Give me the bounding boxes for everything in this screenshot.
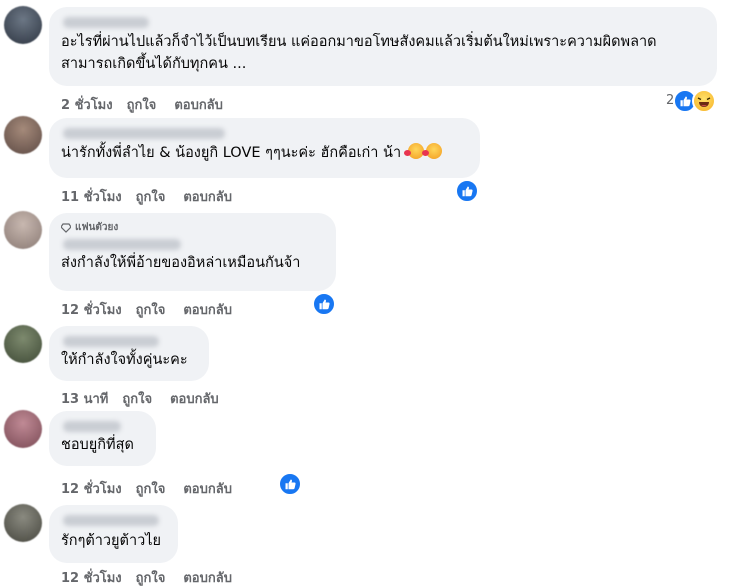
comment-timestamp[interactable]: 12 ชั่วโมง <box>61 567 122 588</box>
avatar[interactable] <box>4 116 42 154</box>
comment-actions: 12 ชั่วโมง ถูกใจ ตอบกลับ <box>61 299 232 320</box>
avatar[interactable] <box>4 504 42 542</box>
commenter-name-blurred[interactable] <box>63 421 121 432</box>
comment-text: รักๆต้าวยูต้าวไย <box>61 533 162 549</box>
comment-text: น่ารักทั้งพี่ลำไย & น้องยูกิ LOVE ๆๆนะค่… <box>61 142 468 164</box>
comment-timestamp[interactable]: 12 ชั่วโมง <box>61 478 122 499</box>
badge-label: แฟนตัวยง <box>75 222 119 233</box>
diamond-icon <box>61 222 71 233</box>
comment-actions: 12 ชั่วโมง ถูกใจ ตอบกลับ <box>61 567 232 588</box>
comment-actions: 12 ชั่วโมง ถูกใจ ตอบกลับ <box>61 478 232 499</box>
avatar[interactable] <box>4 410 42 448</box>
reply-link[interactable]: ตอบกลับ <box>183 299 232 320</box>
comment-text: อะไรที่ผ่านไปแล้วก็จำไว้เป็นบทเรียน แค่อ… <box>61 34 657 72</box>
comment-text: ส่งกำลังให้พี่อ้ายของอิหล่าเหมือนกันจ้า <box>61 255 301 271</box>
top-fan-badge[interactable]: แฟนตัวยง <box>61 220 324 235</box>
commenter-name-blurred[interactable] <box>63 17 149 28</box>
comment-actions: 11 ชั่วโมง ถูกใจ ตอบกลับ <box>61 186 232 207</box>
comment-actions: 2 ชั่วโมง ถูกใจ ตอบกลับ <box>61 94 223 115</box>
comment-bubble: อะไรที่ผ่านไปแล้วก็จำไว้เป็นบทเรียน แค่อ… <box>49 7 717 86</box>
avatar[interactable] <box>4 211 42 249</box>
avatar[interactable] <box>4 325 42 363</box>
comment-bubble: น่ารักทั้งพี่ลำไย & น้องยูกิ LOVE ๆๆนะค่… <box>49 118 480 178</box>
reply-link[interactable]: ตอบกลับ <box>183 186 232 207</box>
commenter-name-blurred[interactable] <box>63 336 159 347</box>
like-icon[interactable] <box>312 292 336 316</box>
comment-text: ให้กำลังใจทั้งคู่นะคะ <box>61 352 188 368</box>
like-link[interactable]: ถูกใจ <box>136 299 166 320</box>
comment-bubble: แฟนตัวยง ส่งกำลังให้พี่อ้ายของอิหล่าเหมื… <box>49 213 336 291</box>
comment-timestamp[interactable]: 2 ชั่วโมง <box>61 94 113 115</box>
like-link[interactable]: ถูกใจ <box>136 478 166 499</box>
comment-timestamp[interactable]: 11 ชั่วโมง <box>61 186 122 207</box>
reply-link[interactable]: ตอบกลับ <box>183 567 232 588</box>
comment-text: ชอบยูกิที่สุด <box>61 437 134 453</box>
like-icon[interactable] <box>455 179 479 203</box>
smiling-face-with-hearts-icon <box>421 143 442 159</box>
reply-link[interactable]: ตอบกลับ <box>174 94 223 115</box>
like-icon[interactable] <box>278 472 302 496</box>
commenter-name-blurred[interactable] <box>63 128 225 139</box>
like-link[interactable]: ถูกใจ <box>122 388 152 409</box>
commenter-name-blurred[interactable] <box>63 515 159 526</box>
comment-timestamp[interactable]: 12 ชั่วโมง <box>61 299 122 320</box>
comment-timestamp[interactable]: 13 นาที <box>61 388 108 409</box>
like-link[interactable]: ถูกใจ <box>127 94 157 115</box>
haha-icon[interactable] <box>692 89 716 113</box>
comment-actions: 13 นาที ถูกใจ ตอบกลับ <box>61 388 219 409</box>
comment-bubble: รักๆต้าวยูต้าวไย <box>49 505 178 563</box>
like-link[interactable]: ถูกใจ <box>136 186 166 207</box>
commenter-name-blurred[interactable] <box>63 239 181 250</box>
reply-link[interactable]: ตอบกลับ <box>170 388 219 409</box>
like-link[interactable]: ถูกใจ <box>136 567 166 588</box>
avatar[interactable] <box>4 6 42 44</box>
comment-bubble: ชอบยูกิที่สุด <box>49 411 156 466</box>
comment-bubble: ให้กำลังใจทั้งคู่นะคะ <box>49 326 209 381</box>
reply-link[interactable]: ตอบกลับ <box>183 478 232 499</box>
